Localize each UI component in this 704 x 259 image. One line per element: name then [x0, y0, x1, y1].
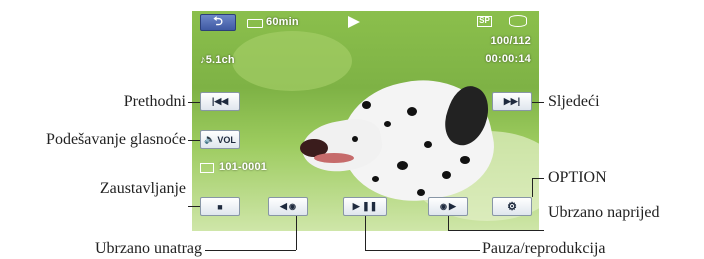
- option-button[interactable]: ⚙: [492, 197, 532, 216]
- rewind-icon: ◉: [288, 202, 296, 211]
- audio-mode: ♪5.1ch: [200, 54, 235, 66]
- label-option: OPTION: [548, 169, 607, 186]
- label-volume: Podešavanje glasnoće: [46, 131, 186, 148]
- volume-button[interactable]: 🔈 VOL: [200, 130, 240, 149]
- option-icon: ⚙: [507, 201, 517, 213]
- label-play-pause: Pauza/reprodukcija: [482, 240, 606, 257]
- callout-line-ff-h: [448, 230, 544, 231]
- label-fast-forward: Ubrzano naprijed: [548, 204, 660, 221]
- file-counter: 100/112: [490, 35, 531, 47]
- camcorder-screen: ⮌ 60min SP 100/112 00:00:14 ♪5.1ch |◀◀ ▶…: [192, 11, 539, 231]
- callout-line-play-h: [365, 250, 480, 251]
- callout-line-volume: [188, 140, 200, 141]
- callout-line-option-h: [532, 178, 544, 179]
- label-rewind: Ubrzano unatrag: [94, 240, 202, 257]
- play-indicator-icon: [348, 16, 360, 28]
- callout-line-stop: [188, 206, 200, 207]
- folder-icon: [200, 163, 214, 173]
- label-next: Sljedeći: [548, 93, 600, 110]
- rewind-button[interactable]: ◀ ◉: [268, 197, 308, 216]
- callout-line-prev: [188, 102, 200, 103]
- callout-line-ff-v: [448, 216, 449, 230]
- fast-forward-button[interactable]: ◉ ▶: [428, 197, 468, 216]
- return-icon: ⮌: [213, 14, 223, 28]
- previous-button[interactable]: |◀◀: [200, 92, 240, 111]
- callout-line-option-v: [532, 178, 533, 197]
- fast-forward-icon: ◉: [440, 202, 448, 211]
- callout-line-rewind-h: [205, 250, 296, 251]
- quality-sp-icon: SP: [477, 16, 492, 27]
- callout-line-next: [532, 102, 544, 103]
- battery-remaining: 60min: [266, 16, 299, 28]
- timecode: 00:00:14: [485, 53, 531, 65]
- callout-line-play-v: [365, 216, 366, 250]
- return-button[interactable]: ⮌: [200, 14, 236, 31]
- battery-icon: [247, 19, 263, 28]
- file-number: 101-0001: [219, 161, 268, 173]
- play-pause-button[interactable]: ▶ ❚❚: [343, 197, 387, 216]
- media-hdd-icon: [509, 15, 527, 27]
- stop-button[interactable]: ■: [200, 197, 240, 216]
- label-stop: Zaustavljanje: [99, 180, 186, 197]
- label-previous: Prethodni: [123, 93, 186, 110]
- callout-line-rewind-v: [296, 216, 297, 250]
- speaker-icon: 🔈: [204, 134, 216, 144]
- next-button[interactable]: ▶▶|: [492, 92, 532, 111]
